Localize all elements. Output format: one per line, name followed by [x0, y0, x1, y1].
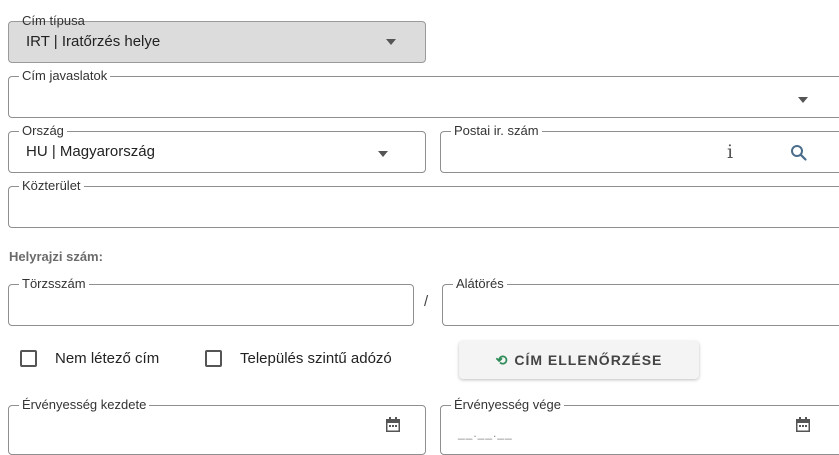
validity-start-field[interactable]: Érvényesség kezdete — [8, 397, 426, 455]
nonexistent-address-label: Nem létező cím — [55, 350, 160, 367]
info-icon[interactable]: i — [727, 141, 733, 163]
chevron-down-icon[interactable] — [378, 151, 388, 157]
street-field[interactable]: Közterület — [8, 178, 839, 228]
country-select[interactable]: Ország HU | Magyarország — [8, 123, 426, 173]
chevron-down-icon[interactable] — [798, 97, 808, 103]
sub-number-field[interactable]: Alátörés — [442, 276, 839, 326]
settlement-level-taxpayer-checkbox[interactable] — [205, 350, 222, 367]
address-type-value: IRT | Iratőrzés helye — [26, 33, 161, 50]
address-suggestions-select[interactable]: Cím javaslatok — [8, 68, 839, 118]
validity-start-label: Érvényesség kezdete — [19, 397, 150, 413]
address-type-label: Cím típusa — [22, 13, 85, 28]
main-number-label: Törzsszám — [19, 276, 89, 292]
address-suggestions-label: Cím javaslatok — [19, 68, 111, 84]
chevron-down-icon — [386, 39, 396, 45]
street-label: Közterület — [19, 178, 84, 194]
validity-end-field[interactable]: Érvényesség vége __.__.__ — [440, 397, 839, 455]
calendar-icon[interactable] — [386, 417, 400, 432]
parcel-separator: / — [424, 293, 429, 310]
settlement-level-taxpayer-label: Település szintű adózó — [240, 350, 392, 367]
validity-end-label: Érvényesség vége — [451, 397, 564, 413]
postal-code-field[interactable]: Postai ir. szám i — [440, 123, 839, 173]
sub-number-label: Alátörés — [453, 276, 507, 292]
nonexistent-address-checkbox[interactable] — [20, 350, 37, 367]
parcel-number-heading: Helyrajzi szám: — [9, 249, 103, 264]
verify-address-button[interactable]: ⟲ CÍM ELLENŐRZÉSE — [459, 341, 699, 379]
verify-address-button-label: CÍM ELLENŐRZÉSE — [514, 352, 663, 368]
country-label: Ország — [19, 123, 67, 139]
calendar-icon[interactable] — [796, 417, 810, 432]
address-type-select: Cím típusa IRT | Iratőrzés helye — [8, 13, 426, 63]
search-icon[interactable] — [790, 144, 808, 162]
postal-code-label: Postai ir. szám — [451, 123, 542, 139]
country-value: HU | Magyarország — [26, 143, 155, 160]
main-number-field[interactable]: Törzsszám — [8, 276, 414, 326]
refresh-icon: ⟲ — [495, 351, 509, 368]
validity-end-input[interactable]: __.__.__ — [458, 426, 513, 440]
